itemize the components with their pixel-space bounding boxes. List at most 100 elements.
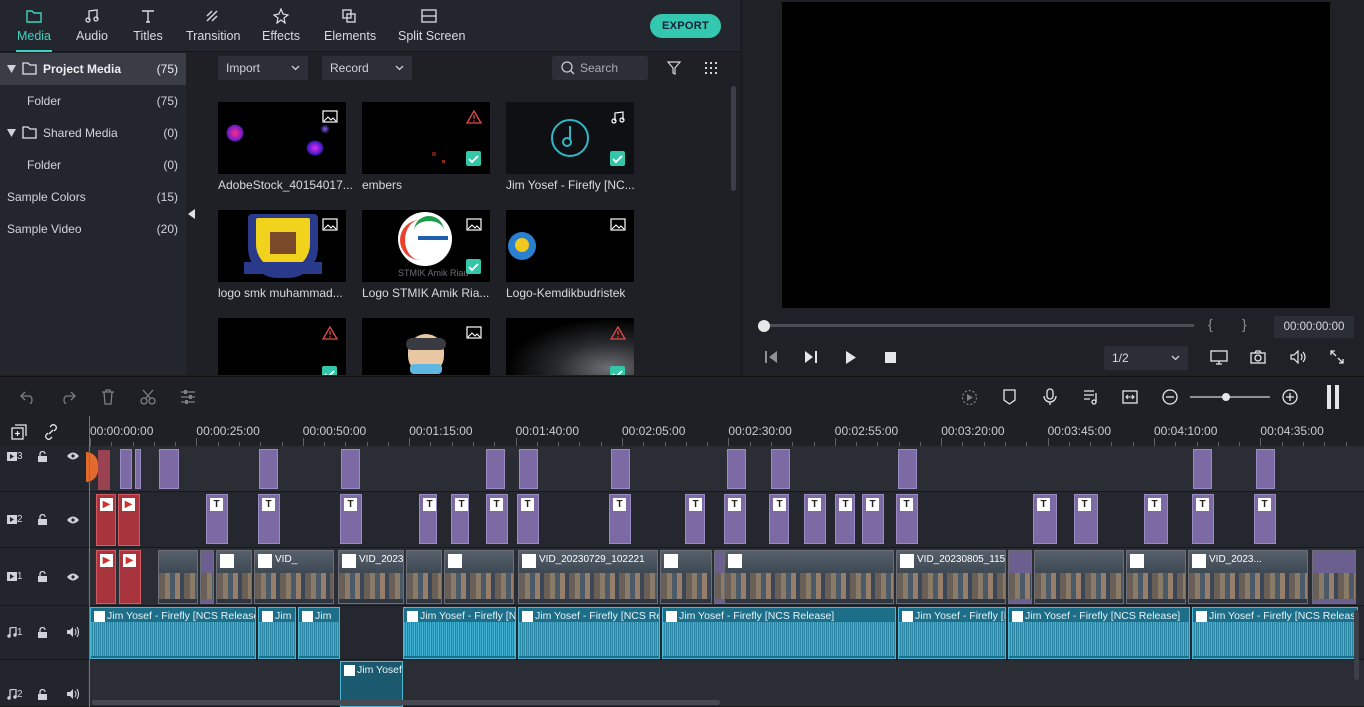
check-icon[interactable] [610,366,625,375]
tab-media[interactable]: Media [16,6,52,52]
transition-marker[interactable] [86,452,98,482]
expand-triangle-icon[interactable] [7,129,16,137]
media-item[interactable]: Jim Yosef - Firefly [NC... [506,102,635,202]
title-clip[interactable] [120,449,132,489]
grid-view-icon[interactable] [705,62,719,76]
title-clip[interactable]: T [486,494,508,544]
redo-icon[interactable] [60,390,76,404]
next-frame-icon[interactable] [804,351,818,363]
playhead[interactable] [89,416,90,707]
previous-frame-icon[interactable] [764,351,778,363]
video-clip[interactable]: ▶ [119,550,141,604]
track-lane-video-3[interactable] [86,446,1364,492]
video-clip[interactable] [1034,550,1124,604]
title-clip[interactable]: T [419,494,437,544]
timeline-ruler[interactable]: 00:00:00:00 00:00:25:00 00:00:50:00 00:01:1… [0,416,1364,446]
title-clip[interactable] [259,449,278,489]
audio-mixer-icon[interactable] [1083,389,1099,405]
title-clip[interactable]: T [1144,494,1168,544]
add-track-icon[interactable] [11,424,27,440]
timeline-horizontal-scrollbar[interactable] [92,700,720,705]
lock-icon[interactable] [38,514,47,525]
mark-in-brace[interactable]: { [1208,316,1213,332]
video-clip[interactable]: VID_2023... [338,550,404,604]
title-clip[interactable] [486,449,505,489]
title-clip[interactable] [1312,550,1356,604]
title-clip[interactable] [519,449,538,489]
media-item[interactable]: STMIK Amik Riau Logo STMIK Amik Ria... [362,210,490,310]
lock-icon[interactable] [38,689,47,700]
title-clip[interactable]: T [609,494,631,544]
play-icon[interactable] [845,351,857,364]
lock-icon[interactable] [38,451,47,462]
title-clip[interactable]: T [206,494,228,544]
title-clip[interactable] [200,550,214,604]
speaker-icon[interactable] [67,689,79,699]
title-clip[interactable] [341,449,360,489]
eye-visibility-icon[interactable] [67,452,79,460]
audio-clip[interactable]: Jim Yosef - Firefly [NCS Release] [662,607,896,659]
title-clip[interactable]: T [769,494,789,544]
title-clip[interactable] [727,449,746,489]
video-clip[interactable] [158,550,198,604]
delete-trash-icon[interactable] [101,389,115,405]
media-scrollbar[interactable] [731,86,736,191]
title-clip[interactable]: T [862,494,884,544]
title-clip[interactable]: T [1254,494,1276,544]
audio-clip[interactable]: Jim Yosef - Firefly [NCS Release] [898,607,1006,659]
eye-visibility-icon[interactable] [67,516,79,524]
media-item[interactable] [362,318,490,375]
media-item[interactable] [506,318,634,375]
check-icon[interactable] [466,259,481,274]
render-preview-icon[interactable] [961,389,978,406]
filter-icon[interactable] [667,61,681,75]
video-clip[interactable]: VID_20230729_102221 [518,550,658,604]
check-icon[interactable] [322,366,337,375]
title-clip[interactable] [611,449,630,489]
collapse-panel-arrow-icon[interactable] [188,209,195,219]
preview-seekbar[interactable] [764,324,1194,327]
fit-timeline-icon[interactable] [1122,390,1138,404]
audio-clip[interactable]: Jim Yosef - Firefly [NCS Release] [90,607,256,659]
video-clip[interactable]: VID_ [254,550,334,604]
tab-split-screen[interactable]: Split Screen [398,6,465,52]
stop-icon[interactable] [885,352,896,363]
audio-clip[interactable]: Jim [298,607,340,659]
title-clip[interactable]: T [1192,494,1214,544]
title-clip[interactable]: T [835,494,855,544]
media-item[interactable]: logo smk muhammad... [218,210,346,310]
seekbar-handle[interactable] [758,320,770,332]
title-clip[interactable] [135,449,141,489]
panel-toggle-icon[interactable] [1327,385,1341,409]
import-dropdown[interactable]: Import [218,56,308,80]
audio-clip[interactable]: Jim Yosef - Firefly [NCS Release] [1008,607,1190,659]
media-item[interactable]: AdobeStock_40154017... [218,102,353,202]
title-clip[interactable]: T [451,494,469,544]
tree-item-shared-folder[interactable]: Folder (0) [0,149,186,181]
title-clip[interactable] [771,449,790,489]
video-clip[interactable]: ▶ [96,550,116,604]
lock-icon[interactable] [38,571,47,582]
video-clip[interactable] [406,550,442,604]
title-clip[interactable]: T [340,494,362,544]
timeline-vertical-scrollbar[interactable] [1354,610,1359,680]
title-clip[interactable] [1193,449,1212,489]
tree-item-folder[interactable]: Folder (75) [0,85,186,117]
media-item[interactable]: embers [362,102,490,202]
tree-item-sample-video[interactable]: Sample Video (20) [0,213,186,245]
microphone-icon[interactable] [1043,388,1057,405]
tab-effects[interactable]: Effects [262,6,300,52]
title-clip[interactable]: T [685,494,705,544]
zoom-in-icon[interactable] [1282,389,1298,405]
tree-item-sample-colors[interactable]: Sample Colors (15) [0,181,186,213]
video-clip[interactable]: ▶ [96,494,116,546]
audio-clip[interactable]: Jim [258,607,296,659]
check-icon[interactable] [466,151,481,166]
speaker-icon[interactable] [67,627,79,637]
video-clip[interactable]: VID_20230805_1155 [896,550,1006,604]
audio-clip[interactable]: Jim Yosef - Firefly [NCS Release] [518,607,660,659]
tree-item-project-media[interactable]: Project Media (75) [0,53,186,85]
title-clip[interactable] [1008,550,1032,604]
tree-item-shared-media[interactable]: Shared Media (0) [0,117,186,149]
video-clip[interactable]: ▶ [118,494,140,546]
